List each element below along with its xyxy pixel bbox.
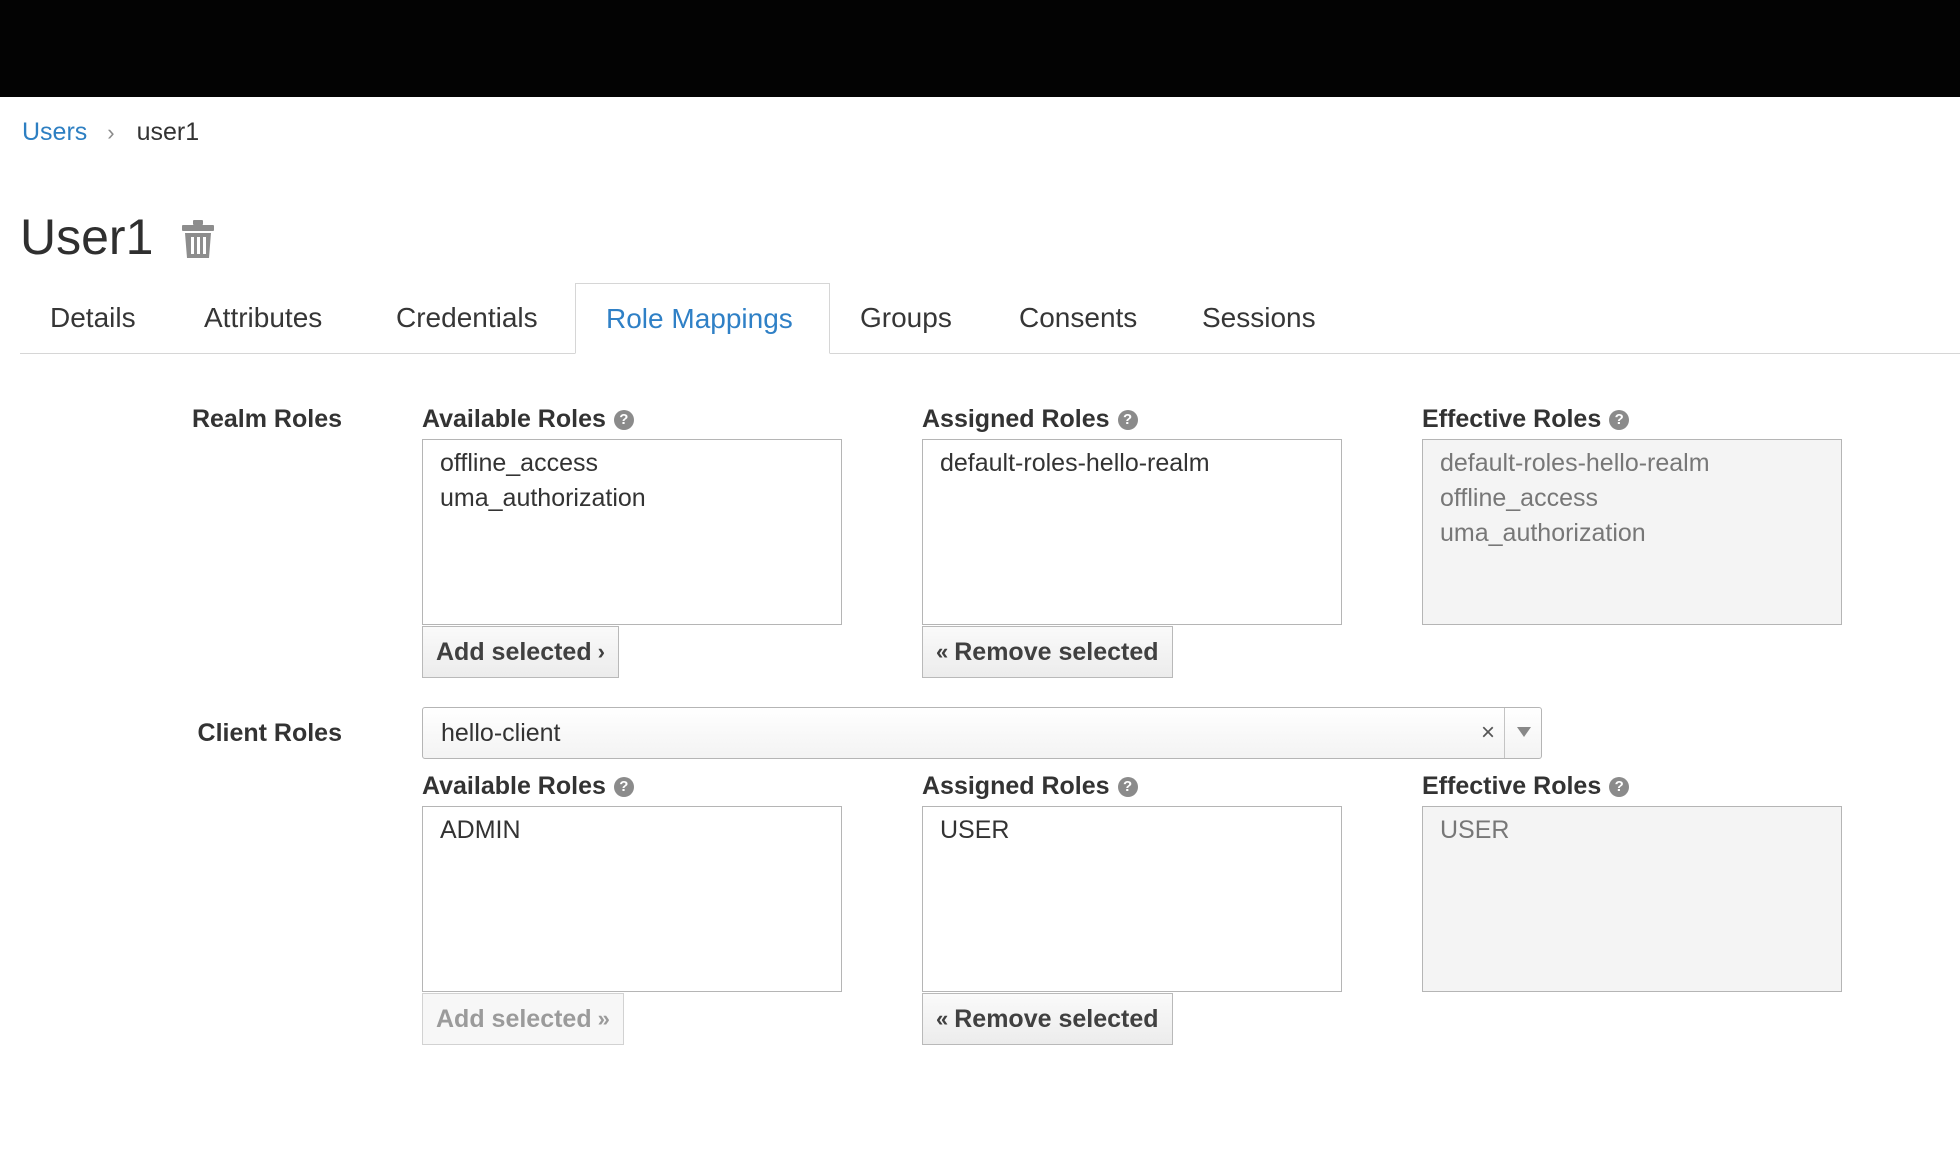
select-divider xyxy=(1504,708,1505,758)
page-title: User1 xyxy=(20,209,154,265)
double-chevron-right-icon: » xyxy=(597,1006,610,1031)
client-select[interactable]: hello-client × xyxy=(422,707,1542,759)
remove-selected-label: Remove selected xyxy=(954,637,1159,666)
breadcrumb: Users › user1 xyxy=(22,118,199,147)
list-item: USER xyxy=(1440,816,1510,844)
double-chevron-left-icon: « xyxy=(936,639,949,664)
realm-available-roles-label: Available Roles xyxy=(422,405,606,433)
realm-effective-roles-label: Effective Roles xyxy=(1422,405,1602,433)
tab-details[interactable]: Details xyxy=(20,283,166,353)
realm-available-roles-list[interactable]: offline_access uma_authorization xyxy=(422,439,842,625)
tab-consents[interactable]: Consents xyxy=(989,283,1167,353)
realm-remove-selected-button[interactable]: « Remove selected xyxy=(922,626,1173,678)
realm-assigned-roles-heading: Assigned Roles ? xyxy=(922,405,1138,434)
chevron-right-icon: › xyxy=(597,639,605,664)
user-tabs: Details Attributes Credentials Role Mapp… xyxy=(20,283,1960,354)
tab-attributes[interactable]: Attributes xyxy=(174,283,352,353)
breadcrumb-separator-icon: › xyxy=(107,119,115,145)
add-selected-label: Add selected xyxy=(436,1004,592,1033)
list-item[interactable]: default-roles-hello-realm xyxy=(923,446,1341,481)
question-circle-icon[interactable]: ? xyxy=(1117,409,1138,430)
breadcrumb-users-link[interactable]: Users xyxy=(22,118,87,147)
caret-down-icon[interactable] xyxy=(1517,727,1531,737)
client-available-roles-heading: Available Roles ? xyxy=(422,772,634,801)
list-item[interactable]: uma_authorization xyxy=(423,481,841,516)
realm-effective-roles-list: default-roles-hello-realm offline_access… xyxy=(1422,439,1842,625)
list-item: uma_authorization xyxy=(1440,519,1646,547)
list-item[interactable]: offline_access xyxy=(423,446,841,481)
client-effective-roles-list: USER xyxy=(1422,806,1842,992)
question-circle-icon[interactable]: ? xyxy=(1117,776,1138,797)
list-item: default-roles-hello-realm xyxy=(1440,449,1710,477)
realm-assigned-roles-list[interactable]: default-roles-hello-realm xyxy=(922,439,1342,625)
double-chevron-left-icon: « xyxy=(936,1006,949,1031)
realm-add-selected-button[interactable]: Add selected › xyxy=(422,626,619,678)
list-item: offline_access xyxy=(1440,484,1598,512)
client-assigned-roles-list[interactable]: USER xyxy=(922,806,1342,992)
client-effective-roles-heading: Effective Roles ? xyxy=(1422,772,1630,801)
realm-available-roles-heading: Available Roles ? xyxy=(422,405,634,434)
breadcrumb-current: user1 xyxy=(136,118,200,146)
list-item[interactable]: ADMIN xyxy=(423,813,841,848)
client-available-roles-label: Available Roles xyxy=(422,772,606,800)
tab-role-mappings[interactable]: Role Mappings xyxy=(575,283,830,354)
client-assigned-roles-label: Assigned Roles xyxy=(922,772,1110,800)
question-circle-icon[interactable]: ? xyxy=(613,409,634,430)
realm-assigned-roles-label: Assigned Roles xyxy=(922,405,1110,433)
list-item[interactable]: USER xyxy=(923,813,1341,848)
client-select-value: hello-client xyxy=(441,719,561,747)
client-roles-label: Client Roles xyxy=(197,719,342,747)
remove-selected-label: Remove selected xyxy=(954,1004,1159,1033)
client-assigned-roles-heading: Assigned Roles ? xyxy=(922,772,1138,801)
question-circle-icon[interactable]: ? xyxy=(1609,776,1630,797)
clear-icon[interactable]: × xyxy=(1481,708,1495,758)
question-circle-icon[interactable]: ? xyxy=(1609,409,1630,430)
top-navbar xyxy=(0,0,1960,97)
client-effective-roles-label: Effective Roles xyxy=(1422,772,1602,800)
client-available-roles-list[interactable]: ADMIN xyxy=(422,806,842,992)
add-selected-label: Add selected xyxy=(436,637,592,666)
question-circle-icon[interactable]: ? xyxy=(613,776,634,797)
trash-icon[interactable] xyxy=(182,220,214,258)
tab-sessions[interactable]: Sessions xyxy=(1172,283,1346,353)
realm-effective-roles-heading: Effective Roles ? xyxy=(1422,405,1630,434)
tab-groups[interactable]: Groups xyxy=(830,283,982,353)
client-add-selected-button[interactable]: Add selected » xyxy=(422,993,624,1045)
realm-roles-label: Realm Roles xyxy=(191,405,342,433)
client-remove-selected-button[interactable]: « Remove selected xyxy=(922,993,1173,1045)
tab-credentials[interactable]: Credentials xyxy=(366,283,568,353)
